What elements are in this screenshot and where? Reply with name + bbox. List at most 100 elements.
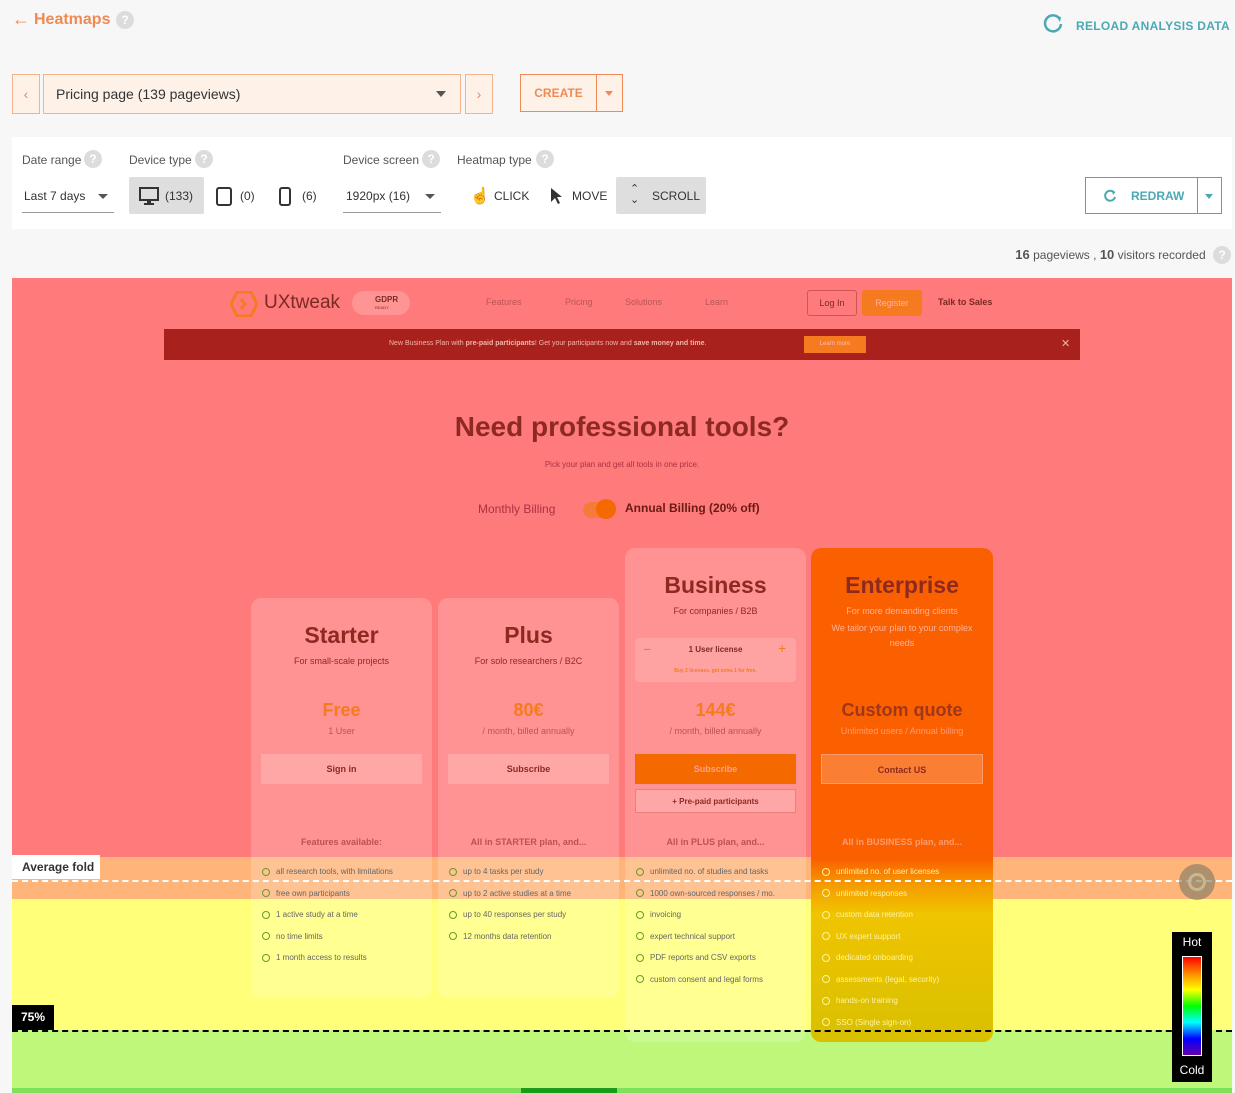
feature-label: unlimited no. of studies and tasks <box>650 867 769 876</box>
site-login-button: Log In <box>807 290 857 316</box>
plan-card-plus: Plus For solo researchers / B2C 80€ / mo… <box>438 598 619 998</box>
feature-label: all research tools, with limitations <box>276 867 393 876</box>
page-select[interactable]: Pricing page (139 pageviews) <box>43 74 461 114</box>
device-desktop-button[interactable]: (133) <box>129 177 204 214</box>
check-icon <box>636 910 644 919</box>
create-button[interactable]: CREATE <box>520 74 597 112</box>
next-page-button[interactable]: › <box>465 74 493 114</box>
feature-item: 1000 own-sourced responses / mo. <box>636 883 775 905</box>
heatmap-canvas: UXtweak GDPR READY Features Pricing Solu… <box>12 278 1232 1093</box>
check-icon <box>262 889 270 898</box>
banner-text-mid: ! Get your participants now and <box>534 340 634 347</box>
p75-text: 75% <box>20 1010 46 1024</box>
billing-toggle-knob <box>596 499 616 519</box>
feature-label: PDF reports and CSV exports <box>650 953 756 962</box>
feature-item: 1 month access to results <box>262 947 393 969</box>
heat-band-green <box>12 1030 1232 1093</box>
feature-item: UX expert support <box>822 926 939 948</box>
heatmap-click-button[interactable]: ☝ CLICK <box>464 177 539 214</box>
filters-panel: Date range ? Last 7 days Device type ? (… <box>12 137 1232 229</box>
check-icon <box>636 953 644 962</box>
feature-label: 12 months data retention <box>463 931 552 941</box>
mobile-count: (6) <box>302 189 317 203</box>
create-dropdown-button[interactable] <box>596 74 623 112</box>
gdpr-label: GDPR <box>375 295 399 304</box>
average-fold-label: Average fold <box>12 855 100 879</box>
plus-icon: + <box>778 640 787 656</box>
feature-label: dedicated onboarding <box>836 953 913 962</box>
device-screen-select[interactable]: 1920px (16) <box>343 177 441 213</box>
help-icon[interactable]: ? <box>116 11 134 29</box>
date-range-select[interactable]: Last 7 days <box>22 177 114 213</box>
chevron-down-icon <box>425 194 435 199</box>
plan-subtitle: For small-scale projects <box>293 656 390 666</box>
plan-name: Plus <box>504 622 553 648</box>
heatmap-type-label: Heatmap type <box>457 153 532 167</box>
redraw-dropdown-button[interactable] <box>1197 177 1222 214</box>
fold-drag-handle[interactable] <box>1179 864 1215 900</box>
feature-item: 12 months data retention <box>449 926 571 948</box>
check-icon <box>449 932 457 941</box>
check-icon <box>636 975 644 984</box>
help-icon[interactable]: ? <box>422 150 440 168</box>
site-subheading: Pick your plan and get all tools in one … <box>544 460 700 469</box>
gdpr-sub-label: READY <box>375 305 389 310</box>
banner-text-bold1: pre-paid participants <box>465 340 535 347</box>
desktop-count: (133) <box>165 189 194 203</box>
back-arrow-icon[interactable]: ← <box>12 9 30 30</box>
check-icon <box>822 953 830 962</box>
feature-item: hands-on training <box>822 990 939 1012</box>
banner-text-pre: New Business Plan with <box>389 340 466 347</box>
plan-button-secondary: + Pre-paid participants <box>635 789 796 813</box>
stats-line: 16 pageviews , 10 visitors recorded ? <box>1015 246 1231 264</box>
billing-annual: Annual Billing (20% off) <box>625 501 760 515</box>
device-type-label: Device type <box>129 153 192 167</box>
plan-name: Starter <box>304 622 379 648</box>
device-tablet-button[interactable]: (0) <box>210 177 262 214</box>
check-icon <box>822 1018 830 1027</box>
device-screen-value: 1920px (16) <box>346 189 411 203</box>
feature-label: unlimited no. of user licenses <box>836 867 940 876</box>
date-range-value: Last 7 days <box>24 189 86 203</box>
average-fold-text: Average fold <box>22 860 95 874</box>
feature-list: all research tools, with limitations fre… <box>262 861 393 969</box>
check-icon <box>636 932 644 941</box>
device-screen-label: Device screen <box>343 153 420 167</box>
plan-button: Subscribe <box>635 754 796 784</box>
check-icon <box>822 932 830 941</box>
plan-price-sub: / month, billed annually <box>482 726 575 736</box>
plan-price: 144€ <box>695 700 736 720</box>
help-icon[interactable]: ? <box>84 150 102 168</box>
check-icon <box>636 889 644 898</box>
redraw-button[interactable]: REDRAW <box>1085 177 1198 214</box>
plan-price-sub: / month, billed annually <box>669 726 762 736</box>
heatmap-move-button[interactable]: MOVE <box>544 177 614 214</box>
site-nav-learn: Learn <box>705 297 729 307</box>
feature-label: custom consent and legal forms <box>650 974 763 984</box>
device-mobile-button[interactable]: (6) <box>274 177 324 214</box>
billing-monthly: Monthly Billing <box>478 502 556 516</box>
feature-list: up to 4 tasks per study up to 2 active s… <box>449 861 571 947</box>
visitors-count: 10 <box>1099 247 1115 262</box>
cursor-icon <box>551 188 562 204</box>
feature-label: up to 40 responses per study <box>463 910 567 919</box>
legend-cold-label: Cold <box>1179 1063 1205 1077</box>
plan-subtitle-2: We tailor your plan to your complex need… <box>831 623 973 648</box>
heatmap-scroll-button[interactable]: ⌃ ⌄ SCROLL <box>616 177 706 214</box>
help-icon[interactable]: ? <box>195 150 213 168</box>
redraw-label: REDRAW <box>1131 189 1185 203</box>
help-icon[interactable]: ? <box>536 150 554 168</box>
site-banner-button: Learn more <box>804 336 866 353</box>
prev-page-button[interactable]: ‹ <box>12 74 40 114</box>
feature-label: UX expert support <box>836 931 901 941</box>
help-icon[interactable]: ? <box>1213 246 1231 264</box>
feature-label: free own participants <box>276 888 350 898</box>
check-icon <box>262 910 270 919</box>
feature-item: up to 2 active studies at a time <box>449 883 571 905</box>
hand-pointer-icon: ☝ <box>470 188 490 205</box>
reload-analysis-button[interactable]: RELOAD ANALYSIS DATA <box>1042 12 1232 36</box>
bottom-scroll-thumb[interactable] <box>521 1088 617 1093</box>
gdpr-badge: GDPR READY <box>352 291 410 315</box>
feature-item: dedicated onboarding <box>822 947 939 969</box>
check-icon <box>449 889 457 898</box>
